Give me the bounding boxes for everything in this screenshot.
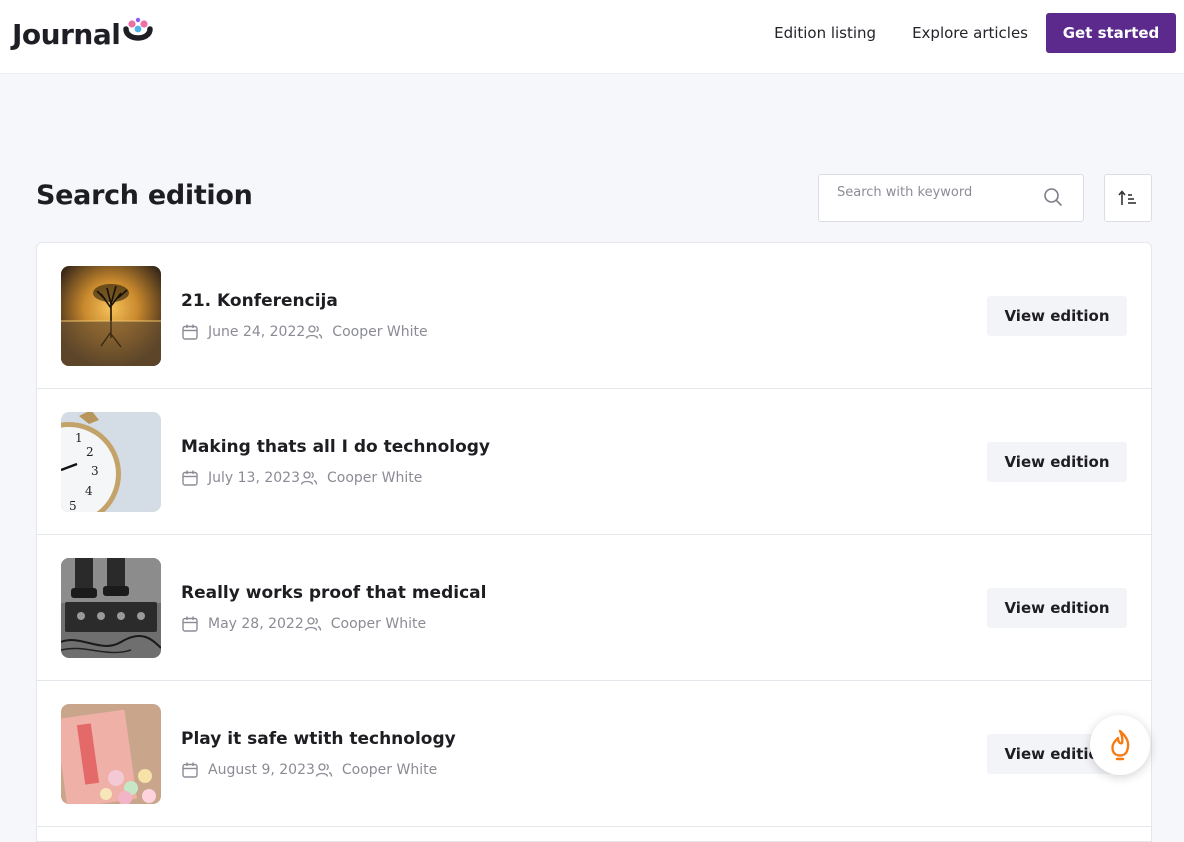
- calendar-icon: [182, 616, 198, 632]
- view-edition-button[interactable]: View edition: [987, 442, 1127, 482]
- view-edition-button[interactable]: View edition: [987, 296, 1127, 336]
- svg-text:4: 4: [85, 484, 93, 498]
- nav-explore-articles[interactable]: Explore articles: [912, 24, 1028, 42]
- users-icon: [300, 471, 318, 485]
- brand-name: Journal: [12, 17, 121, 51]
- edition-meta: August 9, 2023 Cooper White: [181, 760, 437, 780]
- calendar-icon: [182, 470, 198, 486]
- edition-thumbnail[interactable]: [61, 704, 161, 804]
- smile-dots-logo-icon: [123, 17, 154, 41]
- brand-logo[interactable]: Journal: [12, 14, 155, 54]
- edition-date: May 28, 2022: [208, 616, 304, 632]
- edition-author: Cooper White: [341, 762, 438, 778]
- search-box: [818, 174, 1084, 222]
- sort-ascending-icon: [1118, 190, 1136, 205]
- nav-edition-listing[interactable]: Edition listing: [774, 24, 876, 42]
- edition-author: Cooper White: [330, 616, 427, 632]
- view-edition-button[interactable]: View edition: [987, 588, 1127, 628]
- search-icon[interactable]: [1043, 187, 1063, 207]
- edition-title[interactable]: Making thats all I do technology: [181, 437, 490, 457]
- hand-flame-icon: [1111, 729, 1130, 761]
- edition-author: Cooper White: [326, 470, 423, 486]
- svg-text:2: 2: [86, 445, 94, 459]
- edition-title[interactable]: Really works proof that medical: [181, 583, 486, 603]
- edition-author: Cooper White: [332, 324, 428, 340]
- main-nav: Edition listing Explore articles Get sta…: [774, 13, 1176, 53]
- search-input[interactable]: [819, 175, 1039, 221]
- get-started-button[interactable]: Get started: [1046, 13, 1176, 53]
- edition-date: July 13, 2023: [208, 470, 300, 486]
- edition-date: August 9, 2023: [208, 762, 315, 778]
- edition-row: Really works proof that medical May 28, …: [37, 535, 1151, 681]
- users-icon: [315, 763, 333, 777]
- floating-help-button[interactable]: [1090, 715, 1150, 775]
- users-icon: [304, 617, 321, 631]
- page-title: Search edition: [36, 180, 253, 211]
- edition-thumbnail[interactable]: [61, 558, 161, 658]
- edition-list: 21. Konferencija June 24, 2022 Cooper Wh…: [36, 242, 1152, 842]
- top-navigation-bar: Journal Edition listing Explore articles…: [0, 0, 1184, 74]
- calendar-icon: [182, 762, 198, 778]
- edition-row: 1 2 3 4 5 Making thats all I do technolo…: [37, 389, 1151, 535]
- calendar-icon: [182, 324, 198, 340]
- edition-date: June 24, 2022: [208, 324, 306, 340]
- edition-meta: May 28, 2022 Cooper White: [181, 614, 426, 634]
- svg-text:1: 1: [75, 431, 83, 445]
- edition-meta: June 24, 2022 Cooper White: [181, 322, 428, 342]
- edition-title[interactable]: Play it safe wtith technology: [181, 729, 456, 749]
- edition-thumbnail[interactable]: [61, 266, 161, 366]
- svg-text:5: 5: [69, 499, 77, 512]
- edition-thumbnail[interactable]: 1 2 3 4 5: [61, 412, 161, 512]
- edition-row: Play it safe wtith technology August 9, …: [37, 681, 1151, 827]
- sort-button[interactable]: [1104, 174, 1152, 222]
- edition-meta: July 13, 2023 Cooper White: [181, 468, 422, 488]
- svg-text:3: 3: [91, 464, 99, 478]
- edition-title[interactable]: 21. Konferencija: [181, 291, 338, 311]
- users-icon: [306, 325, 323, 339]
- edition-row: 21. Konferencija June 24, 2022 Cooper Wh…: [37, 243, 1151, 389]
